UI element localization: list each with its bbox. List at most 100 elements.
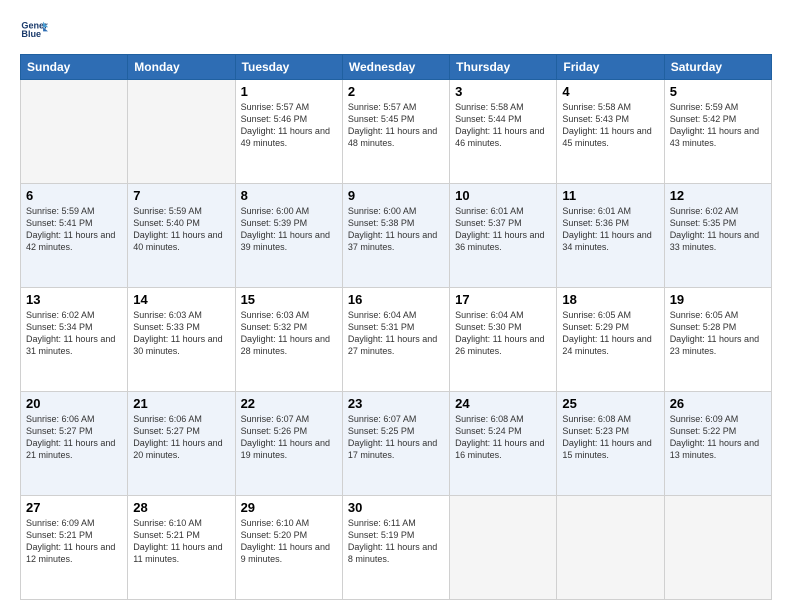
day-info: Sunrise: 6:01 AM Sunset: 5:37 PM Dayligh… [455, 205, 551, 254]
calendar-cell: 22 Sunrise: 6:07 AM Sunset: 5:26 PM Dayli… [235, 392, 342, 496]
calendar-cell: 2Sunrise: 5:57 AM Sunset: 5:45 PM Daylig… [342, 80, 449, 184]
calendar-cell: 29 Sunrise: 6:10 AM Sunset: 5:20 PM Dayli… [235, 496, 342, 600]
calendar-cell: 17 Sunrise: 6:04 AM Sunset: 5:30 PM Dayli… [450, 288, 557, 392]
day-number: 3 [455, 84, 551, 99]
header: General Blue [20, 16, 772, 44]
day-info: Sunrise: 6:07 AM Sunset: 5:26 PM Dayligh… [241, 413, 337, 462]
day-info: Sunrise: 6:08 AM Sunset: 5:24 PM Dayligh… [455, 413, 551, 462]
day-info: Sunrise: 6:11 AM Sunset: 5:19 PM Dayligh… [348, 517, 444, 566]
day-number: 26 [670, 396, 766, 411]
day-number: 22 [241, 396, 337, 411]
day-number: 27 [26, 500, 122, 515]
day-number: 16 [348, 292, 444, 307]
day-info: Sunrise: 6:00 AM Sunset: 5:38 PM Dayligh… [348, 205, 444, 254]
day-number: 28 [133, 500, 229, 515]
day-info: Sunrise: 6:10 AM Sunset: 5:20 PM Dayligh… [241, 517, 337, 566]
calendar-week-row: 13 Sunrise: 6:02 AM Sunset: 5:34 PM Dayli… [21, 288, 772, 392]
day-number: 13 [26, 292, 122, 307]
logo: General Blue [20, 16, 50, 44]
day-number: 29 [241, 500, 337, 515]
calendar-cell [450, 496, 557, 600]
day-number: 20 [26, 396, 122, 411]
day-info: Sunrise: 6:02 AM Sunset: 5:35 PM Dayligh… [670, 205, 766, 254]
day-number: 7 [133, 188, 229, 203]
calendar-cell: 14Sunrise: 6:03 AM Sunset: 5:33 PM Dayli… [128, 288, 235, 392]
day-number: 9 [348, 188, 444, 203]
calendar-cell: 30 Sunrise: 6:11 AM Sunset: 5:19 PM Dayli… [342, 496, 449, 600]
day-number: 10 [455, 188, 551, 203]
day-number: 1 [241, 84, 337, 99]
day-header-wednesday: Wednesday [342, 55, 449, 80]
calendar-table: SundayMondayTuesdayWednesdayThursdayFrid… [20, 54, 772, 600]
day-number: 19 [670, 292, 766, 307]
day-number: 8 [241, 188, 337, 203]
calendar-cell: 1 Sunrise: 5:57 AM Sunset: 5:46 PM Daylig… [235, 80, 342, 184]
day-number: 12 [670, 188, 766, 203]
day-number: 14 [133, 292, 229, 307]
day-info: Sunrise: 6:04 AM Sunset: 5:31 PM Dayligh… [348, 309, 444, 358]
calendar-cell: 28 Sunrise: 6:10 AM Sunset: 5:21 PM Dayli… [128, 496, 235, 600]
calendar-cell: 9 Sunrise: 6:00 AM Sunset: 5:38 PM Daylig… [342, 184, 449, 288]
day-info: Sunrise: 6:00 AM Sunset: 5:39 PM Dayligh… [241, 205, 337, 254]
calendar-cell: 8 Sunrise: 6:00 AM Sunset: 5:39 PM Daylig… [235, 184, 342, 288]
calendar-cell: 4 Sunrise: 5:58 AM Sunset: 5:43 PM Daylig… [557, 80, 664, 184]
day-number: 11 [562, 188, 658, 203]
calendar-week-row: 1 Sunrise: 5:57 AM Sunset: 5:46 PM Daylig… [21, 80, 772, 184]
calendar-cell [21, 80, 128, 184]
calendar-cell: 19Sunrise: 6:05 AM Sunset: 5:28 PM Dayli… [664, 288, 771, 392]
day-info: Sunrise: 5:57 AM Sunset: 5:46 PM Dayligh… [241, 101, 337, 150]
calendar-cell: 12 Sunrise: 6:02 AM Sunset: 5:35 PM Dayli… [664, 184, 771, 288]
calendar-cell: 15 Sunrise: 6:03 AM Sunset: 5:32 PM Dayli… [235, 288, 342, 392]
day-number: 18 [562, 292, 658, 307]
day-info: Sunrise: 5:59 AM Sunset: 5:42 PM Dayligh… [670, 101, 766, 150]
day-number: 2 [348, 84, 444, 99]
day-info: Sunrise: 6:04 AM Sunset: 5:30 PM Dayligh… [455, 309, 551, 358]
calendar-cell: 23 Sunrise: 6:07 AM Sunset: 5:25 PM Dayli… [342, 392, 449, 496]
day-number: 17 [455, 292, 551, 307]
day-number: 21 [133, 396, 229, 411]
day-info: Sunrise: 5:59 AM Sunset: 5:40 PM Dayligh… [133, 205, 229, 254]
calendar-cell [664, 496, 771, 600]
day-info: Sunrise: 6:02 AM Sunset: 5:34 PM Dayligh… [26, 309, 122, 358]
day-number: 15 [241, 292, 337, 307]
day-number: 25 [562, 396, 658, 411]
calendar-week-row: 27 Sunrise: 6:09 AM Sunset: 5:21 PM Dayli… [21, 496, 772, 600]
calendar-cell: 13 Sunrise: 6:02 AM Sunset: 5:34 PM Dayli… [21, 288, 128, 392]
calendar-cell: 5 Sunrise: 5:59 AM Sunset: 5:42 PM Daylig… [664, 80, 771, 184]
day-header-saturday: Saturday [664, 55, 771, 80]
day-info: Sunrise: 6:01 AM Sunset: 5:36 PM Dayligh… [562, 205, 658, 254]
day-header-monday: Monday [128, 55, 235, 80]
day-info: Sunrise: 6:08 AM Sunset: 5:23 PM Dayligh… [562, 413, 658, 462]
calendar-cell: 6 Sunrise: 5:59 AM Sunset: 5:41 PM Daylig… [21, 184, 128, 288]
day-number: 30 [348, 500, 444, 515]
day-info: Sunrise: 5:58 AM Sunset: 5:43 PM Dayligh… [562, 101, 658, 150]
day-info: Sunrise: 6:06 AM Sunset: 5:27 PM Dayligh… [26, 413, 122, 462]
calendar-cell: 26 Sunrise: 6:09 AM Sunset: 5:22 PM Dayli… [664, 392, 771, 496]
day-header-sunday: Sunday [21, 55, 128, 80]
day-info: Sunrise: 6:03 AM Sunset: 5:32 PM Dayligh… [241, 309, 337, 358]
calendar-cell [557, 496, 664, 600]
logo-icon: General Blue [20, 16, 48, 44]
day-header-thursday: Thursday [450, 55, 557, 80]
day-info: Sunrise: 5:59 AM Sunset: 5:41 PM Dayligh… [26, 205, 122, 254]
day-number: 6 [26, 188, 122, 203]
day-info: Sunrise: 6:07 AM Sunset: 5:25 PM Dayligh… [348, 413, 444, 462]
day-number: 23 [348, 396, 444, 411]
day-info: Sunrise: 6:09 AM Sunset: 5:22 PM Dayligh… [670, 413, 766, 462]
calendar-week-row: 6 Sunrise: 5:59 AM Sunset: 5:41 PM Daylig… [21, 184, 772, 288]
page: General Blue SundayMondayTuesdayWednesda… [0, 0, 792, 612]
day-info: Sunrise: 6:10 AM Sunset: 5:21 PM Dayligh… [133, 517, 229, 566]
day-info: Sunrise: 6:09 AM Sunset: 5:21 PM Dayligh… [26, 517, 122, 566]
day-number: 4 [562, 84, 658, 99]
calendar-cell: 11 Sunrise: 6:01 AM Sunset: 5:36 PM Dayli… [557, 184, 664, 288]
calendar-week-row: 20 Sunrise: 6:06 AM Sunset: 5:27 PM Dayli… [21, 392, 772, 496]
day-info: Sunrise: 6:06 AM Sunset: 5:27 PM Dayligh… [133, 413, 229, 462]
day-info: Sunrise: 6:05 AM Sunset: 5:29 PM Dayligh… [562, 309, 658, 358]
day-header-tuesday: Tuesday [235, 55, 342, 80]
day-number: 24 [455, 396, 551, 411]
calendar-cell: 20 Sunrise: 6:06 AM Sunset: 5:27 PM Dayli… [21, 392, 128, 496]
calendar-cell: 18 Sunrise: 6:05 AM Sunset: 5:29 PM Dayli… [557, 288, 664, 392]
calendar-cell: 25 Sunrise: 6:08 AM Sunset: 5:23 PM Dayli… [557, 392, 664, 496]
day-number: 5 [670, 84, 766, 99]
calendar-cell: 10 Sunrise: 6:01 AM Sunset: 5:37 PM Dayli… [450, 184, 557, 288]
